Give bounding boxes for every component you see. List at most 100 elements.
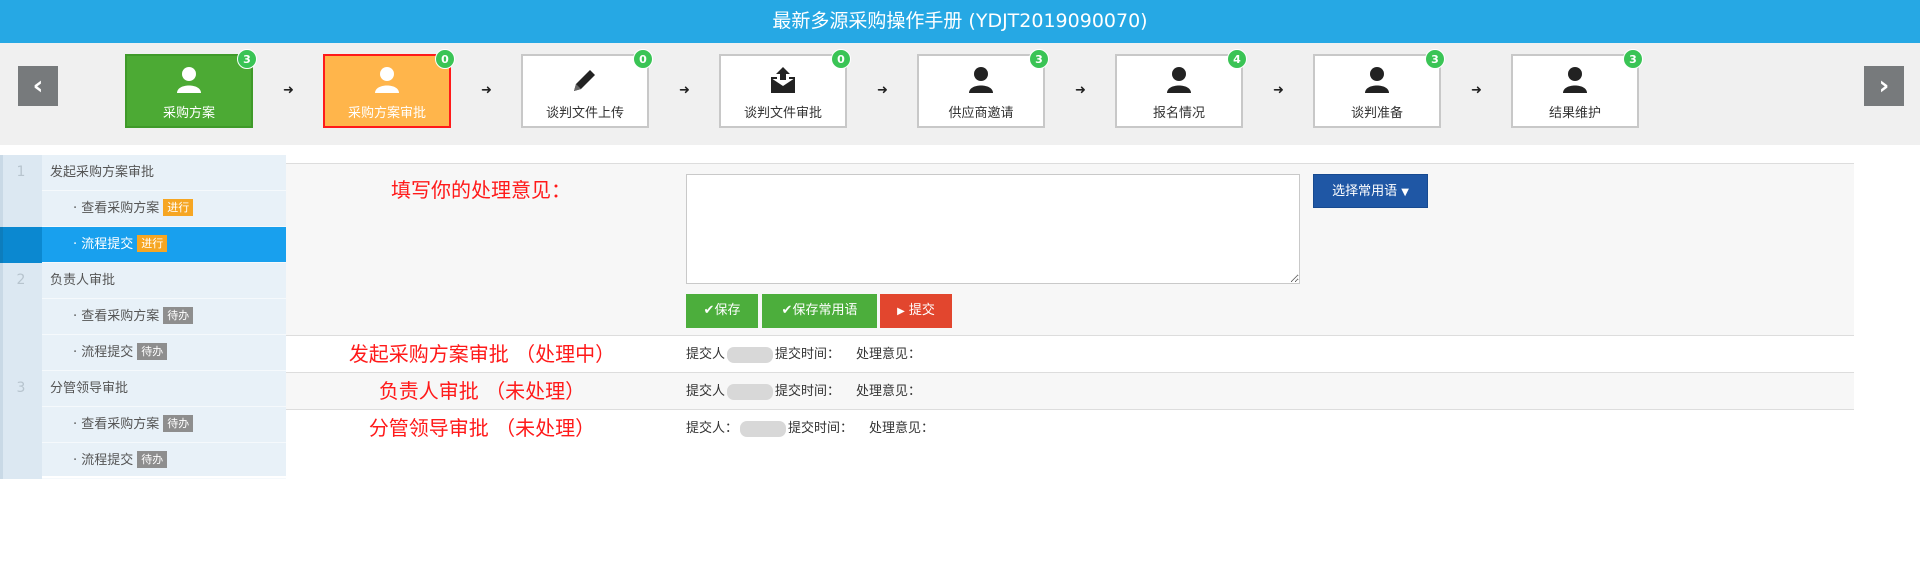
submitter-name-redacted — [727, 346, 774, 363]
sidebar-subitem[interactable]: · 查看采购方案 进行 — [0, 191, 286, 227]
user-icon — [919, 66, 1043, 96]
save-phrase-label: 保存常用语 — [792, 303, 858, 318]
sidebar-subitem[interactable]: · 查看采购方案 待办 — [0, 299, 286, 335]
save-label: 保存 — [714, 303, 741, 318]
arrow-right-icon: ➜ — [1273, 83, 1284, 98]
opinion-label: 处理意见： — [869, 421, 935, 436]
status-badge: 待办 — [163, 307, 194, 324]
approval-record-row: 发起采购方案审批 （处理中） 提交人 提交时间： 处理意见： — [286, 335, 1854, 372]
sidebar-item-label: · 查看采购方案 — [73, 309, 160, 324]
check-icon: ✔ — [781, 303, 793, 318]
sidebar-number-column — [0, 407, 42, 443]
next-arrow-button[interactable]: › — [1864, 66, 1904, 106]
sidebar-number-column — [0, 299, 42, 335]
step-card[interactable]: 结果维护 3 — [1511, 49, 1643, 128]
sidebar-subitem[interactable]: · 流程提交 进行 — [0, 227, 286, 263]
opinion-form: 填写你的处理意见： 选择常用语 ▼ ✔保存 ✔保存常用语 ▶ 提交 — [286, 163, 1854, 335]
user-icon — [1117, 66, 1241, 96]
approval-record-row: 分管领导审批 （未处理） 提交人： 提交时间： 处理意见： — [286, 409, 1854, 446]
step-count-badge: 0 — [633, 49, 653, 69]
sidebar-subitem[interactable]: · 流程提交 待办 — [0, 335, 286, 371]
check-icon: ✔ — [703, 303, 715, 318]
step-card[interactable]: 报名情况 4 — [1115, 49, 1247, 128]
submit-time-label: 提交时间： — [775, 384, 841, 399]
stage-number: 1 — [16, 164, 26, 180]
step-count-badge: 3 — [1425, 49, 1445, 69]
save-phrase-button[interactable]: ✔保存常用语 — [762, 294, 877, 328]
step-card[interactable]: 谈判文件上传 0 — [521, 49, 653, 128]
status-badge: 待办 — [163, 415, 194, 432]
step-card[interactable]: 谈判文件审批 0 — [719, 49, 851, 128]
sidebar-item-label: 负责人审批 — [50, 273, 116, 288]
step-count-badge: 0 — [435, 49, 455, 69]
arrow-right-icon: ➜ — [877, 83, 888, 98]
submitter-label: 提交人： — [686, 421, 739, 436]
submit-time-label: 提交时间： — [775, 347, 841, 362]
user-icon — [325, 66, 449, 96]
prev-arrow-button[interactable]: ‹ — [18, 66, 58, 106]
step-label: 报名情况 — [1152, 106, 1205, 121]
select-phrase-label: 选择常用语 — [1332, 184, 1398, 199]
sidebar-number-column — [0, 227, 42, 263]
sidebar-item-label: · 查看采购方案 — [73, 417, 160, 432]
step-card[interactable]: 供应商邀请 3 — [917, 49, 1049, 128]
step-label: 谈判准备 — [1350, 106, 1403, 121]
sidebar-item-label: 分管领导审批 — [50, 381, 129, 396]
status-badge: 进行 — [137, 235, 168, 252]
sidebar-item-label: · 流程提交 — [73, 453, 134, 468]
step-count-badge: 0 — [831, 49, 851, 69]
step-bar: ‹ 采购方案 3 ➜ 采购方案审批 0 ➜ 谈判文件上传 0 ➜ 谈判文件审批 0 ➜ 供应商邀请 3 ➜ 报… — [0, 43, 1920, 180]
sidebar-item-label: 发起采购方案审批 — [50, 165, 155, 180]
step-card[interactable]: 谈判准备 3 — [1313, 49, 1445, 128]
status-badge: 进行 — [163, 199, 194, 216]
sidebar-number-column — [0, 443, 42, 479]
record-title: 分管领导审批 （未处理） — [368, 416, 596, 440]
opinion-textarea[interactable] — [686, 174, 1300, 284]
opinion-label: 处理意见： — [856, 347, 922, 362]
stage-number: 2 — [16, 272, 26, 288]
record-title: 发起采购方案审批 （处理中） — [348, 342, 616, 366]
record-info: 提交人 提交时间： 处理意见： — [686, 336, 921, 373]
sidebar-stage[interactable]: 3 分管领导审批 — [0, 371, 286, 407]
sidebar-item-label: · 查看采购方案 — [73, 201, 160, 216]
sidebar-stage[interactable]: 1 发起采购方案审批 — [0, 155, 286, 191]
opinion-label: 处理意见： — [856, 384, 922, 399]
arrow-right-icon: ➜ — [679, 83, 690, 98]
step-card[interactable]: 采购方案 3 — [125, 49, 257, 128]
step-count-badge: 4 — [1227, 49, 1247, 69]
chevron-down-icon: ▼ — [1401, 187, 1409, 198]
user-icon — [1315, 66, 1439, 96]
step-label: 谈判文件审批 — [743, 106, 822, 121]
sidebar-stage[interactable]: 2 负责人审批 — [0, 263, 286, 299]
step-label: 谈判文件上传 — [545, 106, 624, 121]
submit-time-label: 提交时间： — [788, 421, 854, 436]
step-count-badge: 3 — [237, 49, 257, 69]
sidebar-subitem[interactable]: · 流程提交 待办 — [0, 443, 286, 479]
step-label: 结果维护 — [1548, 106, 1601, 121]
sidebar-item-label: · 流程提交 — [73, 237, 134, 252]
sidebar-item-label: · 流程提交 — [73, 345, 134, 360]
approval-record-row: 负责人审批 （未处理） 提交人 提交时间： 处理意见： — [286, 372, 1854, 409]
step-label: 采购方案审批 — [347, 106, 426, 121]
select-phrase-button[interactable]: 选择常用语 ▼ — [1313, 174, 1428, 208]
record-title: 负责人审批 （未处理） — [378, 379, 586, 403]
sidebar-subitem[interactable]: · 查看采购方案 待办 — [0, 407, 286, 443]
submit-button[interactable]: ▶ 提交 — [880, 294, 952, 328]
status-badge: 待办 — [137, 451, 168, 468]
play-icon: ▶ — [897, 306, 905, 317]
status-badge: 待办 — [137, 343, 168, 360]
user-icon — [127, 66, 251, 96]
user-icon — [1513, 66, 1637, 96]
submit-label: 提交 — [908, 303, 935, 318]
step-card[interactable]: 采购方案审批 0 — [323, 49, 455, 128]
opinion-prompt: 填写你的处理意见： — [391, 178, 571, 202]
envelope-upload-icon — [721, 66, 845, 96]
arrow-right-icon: ➜ — [1471, 83, 1482, 98]
arrow-right-icon: ➜ — [481, 83, 492, 98]
window-title: 最新多源采购操作手册 (YDJT2019090070) — [0, 0, 1920, 43]
pencil-icon — [523, 66, 647, 96]
sidebar-number-column — [0, 335, 42, 371]
submitter-name-redacted — [727, 383, 774, 400]
save-button[interactable]: ✔保存 — [686, 294, 758, 328]
record-info: 提交人 提交时间： 处理意见： — [686, 373, 921, 410]
